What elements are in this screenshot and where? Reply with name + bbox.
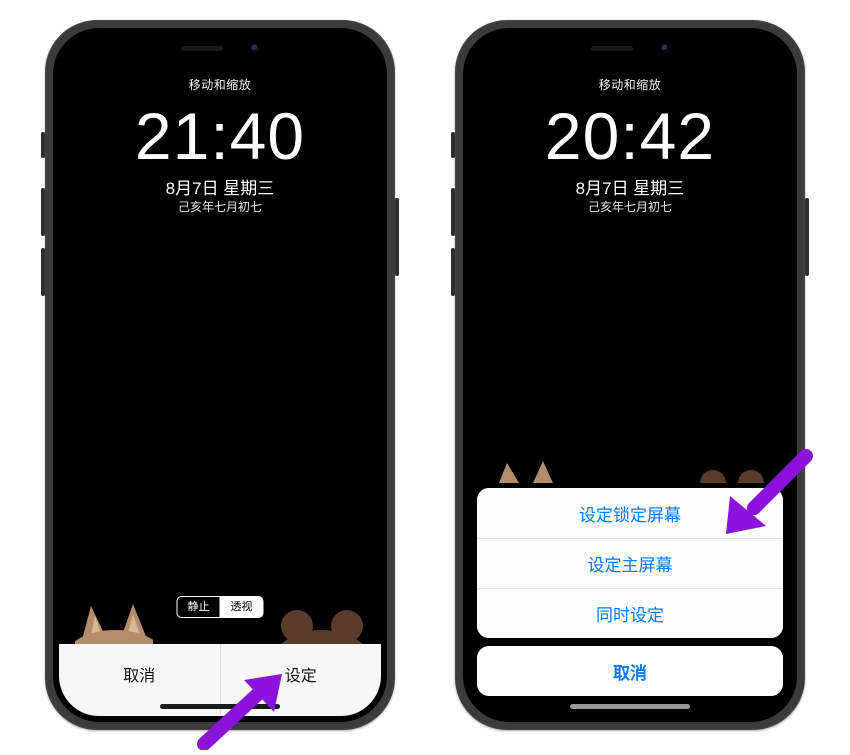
silence-switch[interactable]	[41, 132, 45, 158]
action-sheet-options: 设定锁定屏幕 设定主屏幕 同时设定	[477, 488, 783, 638]
volume-down-button[interactable]	[451, 248, 455, 296]
lock-time: 21:40	[59, 98, 381, 174]
volume-up-button[interactable]	[41, 188, 45, 236]
home-indicator[interactable]	[570, 704, 690, 709]
lock-date: 8月7日 星期三	[469, 174, 791, 199]
set-both-option[interactable]: 同时设定	[477, 588, 783, 638]
front-camera-icon	[661, 44, 670, 53]
home-indicator[interactable]	[160, 704, 280, 709]
wallpaper-cat-ears-icon	[75, 598, 153, 644]
wallpaper-bear-ears-icon	[279, 602, 365, 644]
screen-title: 移动和缩放	[59, 76, 381, 93]
silence-switch[interactable]	[451, 132, 455, 158]
speaker-grille-icon	[181, 46, 223, 51]
notch	[135, 34, 305, 62]
volume-down-button[interactable]	[41, 248, 45, 296]
phone-bezel: 移动和缩放 21:40 8月7日 星期三 己亥年七月初七	[53, 28, 387, 722]
wallpaper-bear-ears-icon	[699, 461, 765, 488]
lock-date: 8月7日 星期三	[59, 174, 381, 199]
front-camera-icon	[251, 44, 260, 53]
wallpaper-cat-ears-icon	[495, 461, 557, 488]
screen-title: 移动和缩放	[469, 76, 791, 93]
volume-up-button[interactable]	[451, 188, 455, 236]
lock-lunar-date: 己亥年七月初七	[59, 198, 381, 215]
segment-still[interactable]: 静止	[178, 597, 220, 617]
notch	[545, 34, 715, 62]
speaker-grille-icon	[591, 46, 633, 51]
perspective-segmented-control[interactable]: 静止 透视	[177, 596, 264, 618]
action-sheet: 设定锁定屏幕 设定主屏幕 同时设定 取消	[477, 488, 783, 696]
lock-lunar-date: 己亥年七月初七	[469, 198, 791, 215]
phone-screen: 移动和缩放 21:40 8月7日 星期三 己亥年七月初七	[59, 34, 381, 716]
lock-time: 20:42	[469, 98, 791, 174]
side-power-button[interactable]	[805, 198, 809, 276]
set-home-screen-option[interactable]: 设定主屏幕	[477, 538, 783, 588]
phone-left: 移动和缩放 21:40 8月7日 星期三 己亥年七月初七	[45, 20, 395, 730]
phone-right: 移动和缩放 20:42 8月7日 星期三 己亥年七月初七	[455, 20, 805, 730]
phone-bezel: 移动和缩放 20:42 8月7日 星期三 己亥年七月初七	[463, 28, 797, 722]
segment-perspective[interactable]: 透视	[220, 597, 263, 617]
action-sheet-cancel-button[interactable]: 取消	[477, 646, 783, 696]
side-power-button[interactable]	[395, 198, 399, 276]
phone-screen: 移动和缩放 20:42 8月7日 星期三 己亥年七月初七	[469, 34, 791, 716]
set-lock-screen-option[interactable]: 设定锁定屏幕	[477, 488, 783, 538]
